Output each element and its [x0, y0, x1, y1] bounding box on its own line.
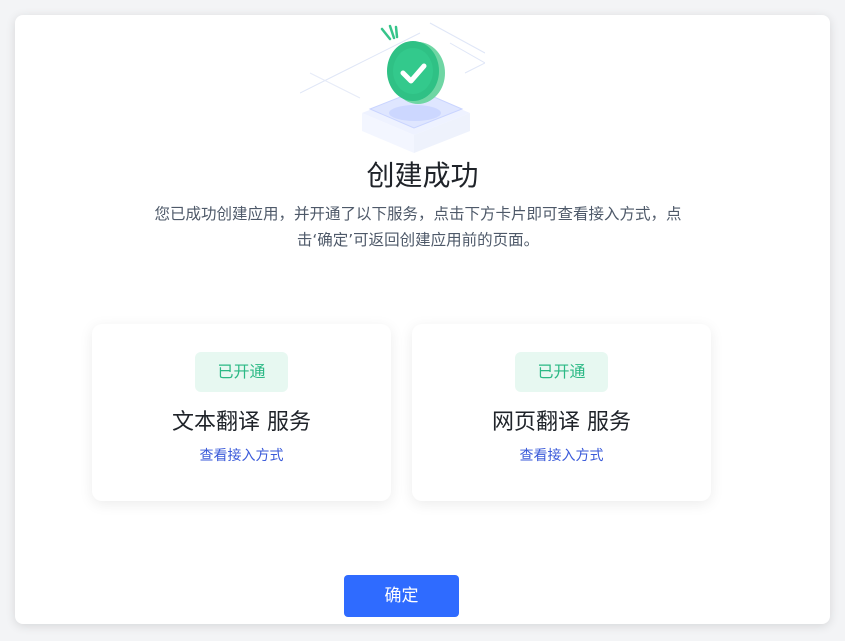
service-title: 网页翻译 服务	[492, 410, 631, 435]
success-check-icon	[300, 22, 485, 153]
success-dialog: 创建成功 您已成功创建应用，并开通了以下服务，点击下方卡片即可查看接入方式，点 …	[15, 15, 830, 624]
view-access-link[interactable]: 查看接入方式	[92, 445, 391, 467]
status-badge: 已开通	[515, 352, 608, 392]
service-card-text-translation[interactable]: 已开通 文本翻译 服务 查看接入方式	[92, 324, 391, 501]
status-badge: 已开通	[195, 352, 288, 392]
view-access-link[interactable]: 查看接入方式	[412, 445, 711, 467]
service-title: 文本翻译 服务	[172, 410, 311, 435]
dialog-description: 您已成功创建应用，并开通了以下服务，点击下方卡片即可查看接入方式，点 击‘确定’…	[98, 201, 738, 253]
confirm-button[interactable]: 确定	[344, 575, 459, 617]
description-line-1: 您已成功创建应用，并开通了以下服务，点击下方卡片即可查看接入方式，点	[154, 205, 682, 223]
description-line-2: 击‘确定’可返回创建应用前的页面。	[296, 231, 540, 249]
service-card-web-translation[interactable]: 已开通 网页翻译 服务 查看接入方式	[412, 324, 711, 501]
dialog-title: 创建成功	[366, 159, 479, 192]
